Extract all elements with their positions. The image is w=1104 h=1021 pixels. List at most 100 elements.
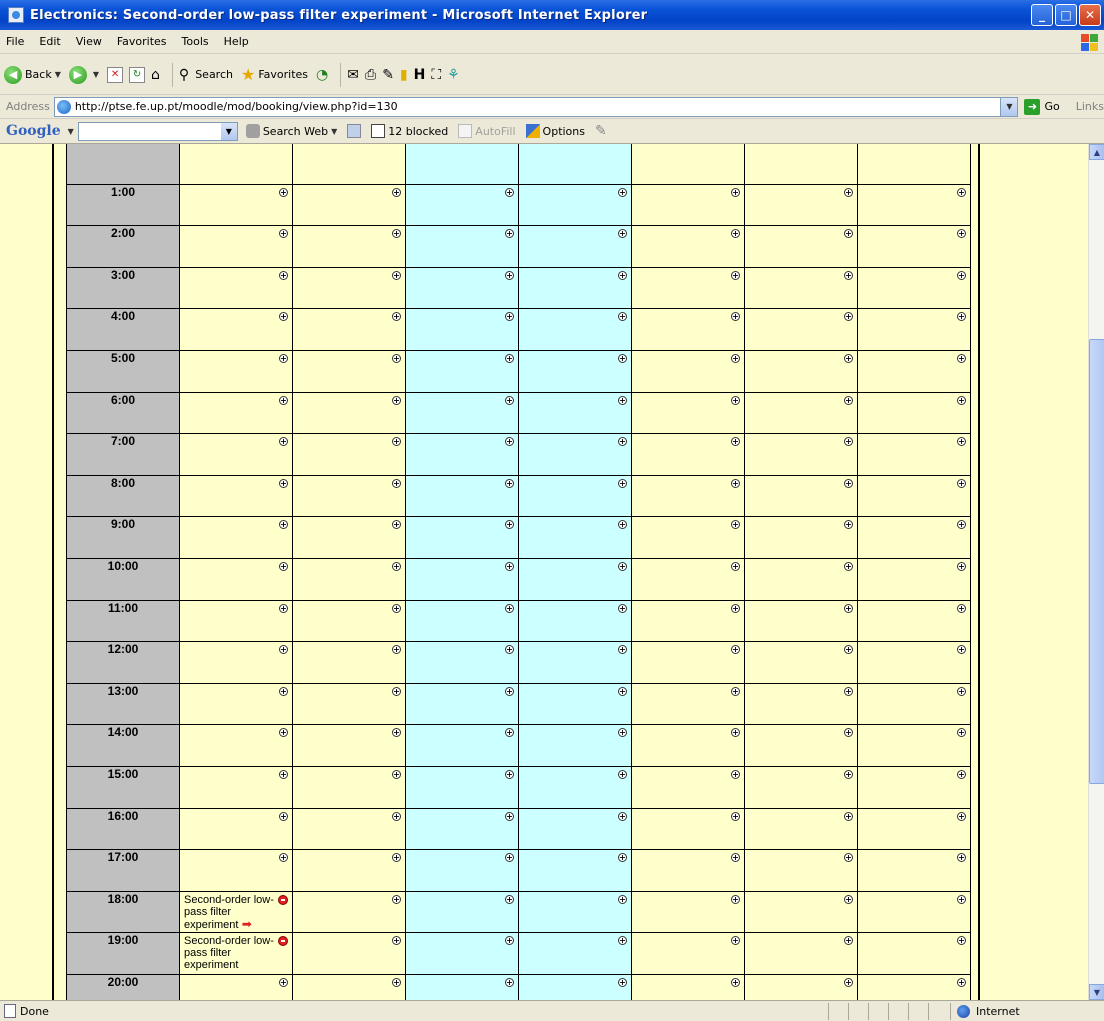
add-booking-icon[interactable]: + (392, 853, 401, 863)
add-booking-icon[interactable]: + (731, 936, 740, 946)
add-booking-icon[interactable]: + (505, 187, 514, 197)
search-button[interactable]: ⚲ Search (179, 67, 233, 83)
address-input[interactable]: http://ptse.fe.up.pt/moodle/mod/booking/… (53, 96, 1019, 117)
add-booking-icon[interactable]: + (392, 353, 401, 363)
add-booking-icon[interactable]: + (392, 520, 401, 530)
search-web-button[interactable]: Search Web ▼ (245, 124, 337, 138)
vertical-scrollbar[interactable]: ▲ ▼ (1088, 144, 1104, 1000)
scroll-thumb[interactable] (1089, 339, 1104, 784)
add-booking-icon[interactable]: + (392, 728, 401, 738)
add-booking-icon[interactable]: + (844, 520, 853, 530)
add-booking-icon[interactable]: + (505, 270, 514, 280)
add-booking-icon[interactable]: + (505, 395, 514, 405)
add-booking-icon[interactable]: + (505, 645, 514, 655)
add-booking-icon[interactable]: + (279, 437, 288, 447)
add-booking-icon[interactable]: + (731, 769, 740, 779)
add-booking-icon[interactable]: + (844, 769, 853, 779)
add-booking-icon[interactable]: + (957, 395, 966, 405)
booking-label[interactable]: Second-order low-pass filter experiment (184, 935, 280, 971)
add-booking-icon[interactable]: + (279, 853, 288, 863)
add-booking-icon[interactable]: + (505, 437, 514, 447)
menu-favorites[interactable]: Favorites (117, 35, 167, 48)
add-booking-icon[interactable]: + (618, 520, 627, 530)
add-booking-icon[interactable]: + (844, 686, 853, 696)
add-booking-icon[interactable]: + (392, 936, 401, 946)
back-button[interactable]: ◀ Back ▼ (4, 65, 61, 84)
add-booking-icon[interactable]: + (957, 353, 966, 363)
add-booking-icon[interactable]: + (618, 728, 627, 738)
add-booking-icon[interactable]: + (279, 728, 288, 738)
add-booking-icon[interactable]: + (618, 645, 627, 655)
add-booking-icon[interactable]: + (392, 270, 401, 280)
add-booking-icon[interactable]: + (279, 312, 288, 322)
add-booking-icon[interactable]: + (957, 811, 966, 821)
add-booking-icon[interactable]: + (279, 478, 288, 488)
maximize-button[interactable]: □ (1055, 4, 1077, 26)
add-booking-icon[interactable]: + (392, 686, 401, 696)
add-booking-icon[interactable]: + (957, 478, 966, 488)
add-booking-icon[interactable]: + (279, 811, 288, 821)
add-booking-icon[interactable]: + (957, 229, 966, 239)
add-booking-icon[interactable]: + (618, 894, 627, 904)
add-booking-icon[interactable]: + (392, 811, 401, 821)
add-booking-icon[interactable]: + (618, 437, 627, 447)
add-booking-icon[interactable]: + (731, 229, 740, 239)
add-booking-icon[interactable]: + (279, 353, 288, 363)
add-booking-icon[interactable]: + (957, 603, 966, 613)
add-booking-icon[interactable]: + (505, 312, 514, 322)
add-booking-icon[interactable]: + (392, 478, 401, 488)
add-booking-icon[interactable]: + (844, 478, 853, 488)
menu-edit[interactable]: Edit (39, 35, 60, 48)
add-booking-icon[interactable]: + (844, 229, 853, 239)
add-booking-icon[interactable]: + (618, 936, 627, 946)
add-booking-icon[interactable]: + (505, 936, 514, 946)
add-booking-icon[interactable]: + (731, 603, 740, 613)
add-booking-icon[interactable]: + (844, 853, 853, 863)
add-booking-icon[interactable]: + (731, 312, 740, 322)
pencil-icon[interactable]: ✎ (595, 123, 607, 139)
close-button[interactable]: ✕ (1079, 4, 1101, 26)
forward-button[interactable]: ▶ ▼ (68, 65, 99, 84)
add-booking-icon[interactable]: + (844, 603, 853, 613)
add-booking-icon[interactable]: + (731, 811, 740, 821)
add-booking-icon[interactable]: + (844, 645, 853, 655)
add-booking-icon[interactable]: + (731, 561, 740, 571)
add-booking-icon[interactable]: + (505, 478, 514, 488)
history-icon[interactable]: ◔ (316, 67, 328, 83)
add-booking-icon[interactable]: + (505, 520, 514, 530)
add-booking-icon[interactable]: + (279, 769, 288, 779)
menu-view[interactable]: View (76, 35, 102, 48)
add-booking-icon[interactable]: + (957, 520, 966, 530)
chevron-down-icon[interactable]: ▼ (331, 127, 337, 136)
stop-icon[interactable]: ✕ (107, 66, 124, 83)
add-booking-icon[interactable]: + (392, 229, 401, 239)
add-booking-icon[interactable]: + (279, 645, 288, 655)
add-booking-icon[interactable]: + (505, 977, 514, 987)
add-booking-icon[interactable]: + (392, 769, 401, 779)
add-booking-icon[interactable]: + (844, 187, 853, 197)
add-booking-icon[interactable]: + (618, 478, 627, 488)
add-booking-icon[interactable]: + (957, 645, 966, 655)
popup-blocker-button[interactable]: 12 blocked (371, 124, 448, 138)
add-booking-icon[interactable]: + (844, 395, 853, 405)
add-booking-icon[interactable]: + (618, 395, 627, 405)
scroll-down-button[interactable]: ▼ (1089, 984, 1104, 1000)
home-icon[interactable]: ⌂ (151, 67, 160, 83)
chevron-down-icon[interactable]: ▼ (55, 70, 61, 79)
add-booking-icon[interactable]: + (618, 977, 627, 987)
google-logo[interactable]: Google (6, 123, 61, 139)
add-booking-icon[interactable]: + (618, 353, 627, 363)
add-booking-icon[interactable]: + (618, 270, 627, 280)
add-booking-icon[interactable]: + (957, 270, 966, 280)
add-booking-icon[interactable]: + (279, 187, 288, 197)
add-booking-icon[interactable]: + (957, 894, 966, 904)
add-booking-icon[interactable]: + (279, 977, 288, 987)
add-booking-icon[interactable]: + (505, 811, 514, 821)
add-booking-icon[interactable]: + (505, 769, 514, 779)
options-button[interactable]: Options (525, 124, 585, 138)
edit-icon[interactable]: ✎ (382, 67, 394, 83)
add-booking-icon[interactable]: + (731, 894, 740, 904)
add-booking-icon[interactable]: + (957, 769, 966, 779)
add-booking-icon[interactable]: + (392, 187, 401, 197)
add-booking-icon[interactable]: + (505, 853, 514, 863)
